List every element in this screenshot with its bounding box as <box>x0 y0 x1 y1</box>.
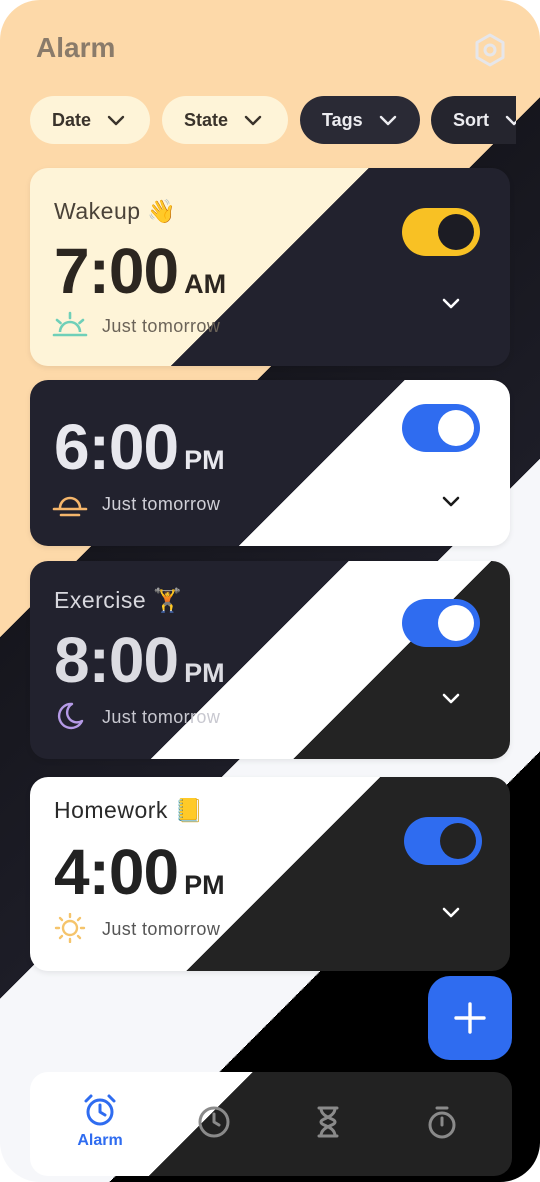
sunrise-icon <box>52 311 88 337</box>
alarm-time: 7:00 AM <box>54 234 226 308</box>
sunset-icon <box>52 496 88 517</box>
alarm-time-value: 8:00 <box>54 624 179 696</box>
alarm-period: PM <box>184 445 225 475</box>
hourglass-icon <box>317 1106 339 1138</box>
clock-icon <box>198 1106 230 1138</box>
toggle-knob <box>438 410 474 446</box>
filter-chip-sort[interactable]: Sort <box>431 96 516 144</box>
alarm-card[interactable]: Wakeup 👋 7:00 AM Just tomorrow <box>30 168 510 366</box>
alarm-toggle[interactable] <box>402 208 480 256</box>
alarm-clock-icon <box>84 1094 116 1126</box>
chevron-down-icon <box>505 115 516 126</box>
bottom-nav: Alarm <box>30 1072 512 1176</box>
add-alarm-button[interactable] <box>428 976 512 1060</box>
nav-item-alarm[interactable]: Alarm <box>60 1092 140 1156</box>
alarm-label: Homework 📒 <box>54 797 204 823</box>
alarm-repeat-text: Just tomorrow <box>102 707 221 727</box>
filter-chip-label: State <box>184 109 229 130</box>
alarm-time: 6:00 PM <box>54 410 225 484</box>
toggle-knob <box>440 823 476 859</box>
chevron-down-icon <box>107 115 125 126</box>
filter-chip-date[interactable]: Date <box>30 96 150 144</box>
chevron-down-icon[interactable] <box>440 687 462 709</box>
alarm-toggle[interactable] <box>402 404 480 452</box>
chevron-down-icon[interactable] <box>440 490 462 512</box>
filter-chip-label: Tags <box>322 109 363 130</box>
plus-icon <box>454 1002 486 1034</box>
alarm-label: Wakeup 👋 <box>54 198 177 224</box>
alarm-toggle[interactable] <box>402 599 480 647</box>
alarm-repeat-text: Just tomorrow <box>102 494 221 514</box>
page-title: Alarm <box>36 32 116 63</box>
alarm-repeat-text: Just tomorrow <box>102 919 221 939</box>
filter-chip-state[interactable]: State <box>162 96 288 144</box>
alarm-card[interactable]: Exercise 🏋 8:00 PM Just tomorrow <box>30 561 510 759</box>
sun-icon <box>54 913 86 943</box>
nav-item-timer[interactable] <box>288 1092 368 1156</box>
filter-bar: Date State Tags Sort <box>30 96 516 144</box>
alarm-time: 4:00 PM <box>54 835 225 909</box>
alarm-card[interactable]: Homework 📒 4:00 PM Just tomorrow <box>30 777 510 971</box>
filter-chip-label: Date <box>52 109 92 130</box>
phone-screen: Alarm Date State Tags Sort Wakeup 👋 7:00… <box>0 0 540 1182</box>
settings-button[interactable] <box>470 30 510 70</box>
toggle-knob <box>438 214 474 250</box>
moon-icon <box>57 702 84 730</box>
alarm-time-value: 4:00 <box>54 836 179 908</box>
chevron-down-icon <box>379 115 396 126</box>
nav-item-label: Alarm <box>77 1132 123 1149</box>
alarm-toggle[interactable] <box>404 817 482 865</box>
toggle-knob <box>438 605 474 641</box>
chevron-down-icon[interactable] <box>440 901 462 923</box>
chevron-down-icon[interactable] <box>440 292 462 314</box>
chevron-down-icon <box>244 115 262 126</box>
filter-chip-tags[interactable]: Tags <box>300 96 420 144</box>
alarm-period: AM <box>184 269 227 299</box>
alarm-time-value: 6:00 <box>54 411 179 483</box>
alarm-time-value: 7:00 <box>54 235 179 307</box>
alarm-label: Exercise 🏋 <box>54 587 183 613</box>
alarm-time: 8:00 PM <box>54 623 225 697</box>
stopwatch-icon <box>428 1106 456 1139</box>
alarm-period: PM <box>184 870 225 900</box>
alarm-repeat-text: Just tomorrow <box>102 316 221 336</box>
filter-chip-label: Sort <box>453 109 489 130</box>
app-header: Alarm <box>36 30 510 70</box>
nav-item-stopwatch[interactable] <box>402 1092 482 1156</box>
alarm-period: PM <box>184 658 225 688</box>
settings-icon <box>475 33 505 67</box>
alarm-card[interactable]: 6:00 PM Just tomorrow <box>30 380 510 546</box>
nav-item-clock[interactable] <box>174 1092 254 1156</box>
